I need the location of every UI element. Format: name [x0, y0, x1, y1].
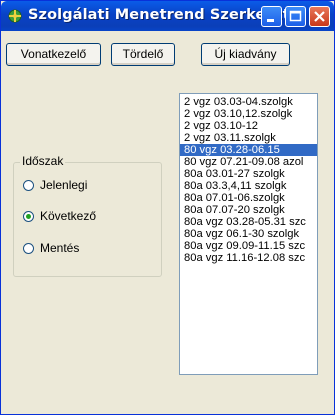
list-item[interactable]: 2 vgz 03.03-04.szolgk	[180, 96, 317, 108]
window-title: Szolgálati Menetrend Szerkesztő	[28, 7, 300, 23]
period-group-label: Időszak	[20, 154, 66, 168]
list-item[interactable]: 80a 07.01-06.szolgk	[180, 192, 317, 204]
list-item[interactable]: 80a vgz 06.1-30 szolgk	[180, 228, 317, 240]
maximize-button[interactable]	[285, 6, 306, 27]
list-item[interactable]: 80 vgz 07.21-09.08 azol	[180, 156, 317, 168]
list-item[interactable]: 80a 03.3,4,11 szolgk	[180, 180, 317, 192]
list-item[interactable]: 80a vgz 03.28-05.31 szc	[180, 216, 317, 228]
radio-kovetkezo[interactable]: Következő	[23, 209, 153, 225]
radio-mentes[interactable]: Mentés	[23, 241, 153, 257]
radio-button-icon[interactable]	[23, 243, 34, 254]
list-item[interactable]: 80a vgz 09.09-11.15 szc	[180, 240, 317, 252]
close-button[interactable]	[309, 6, 330, 27]
minimize-icon	[267, 19, 274, 22]
tordelo-button[interactable]: Tördelő	[111, 43, 175, 66]
radio-label: Mentés	[40, 241, 80, 255]
list-item[interactable]: 80a 03.01-27 szolgk	[180, 168, 317, 180]
list-item[interactable]: 80a vgz 11.16-12.08 szc	[180, 252, 317, 264]
radio-label: Következő	[40, 209, 97, 223]
radio-button-checked-icon[interactable]	[23, 211, 34, 222]
main-window: Szolgálati Menetrend Szerkesztő Vonatkez…	[0, 0, 335, 415]
list-item[interactable]: 2 vgz 03.10-12	[180, 120, 317, 132]
title-bar[interactable]: Szolgálati Menetrend Szerkesztő	[1, 1, 334, 31]
radio-jelenlegi[interactable]: Jelenlegi	[23, 178, 153, 194]
list-item[interactable]: 80 vgz 03.28-06.15	[180, 144, 317, 156]
maximize-icon	[289, 10, 302, 22]
list-item[interactable]: 80a 07.07-20 szolgk	[180, 204, 317, 216]
radio-label: Jelenlegi	[40, 178, 88, 192]
minimize-button[interactable]	[261, 6, 282, 27]
list-item[interactable]: 2 vgz 03.11.szolgk	[180, 132, 317, 144]
radio-button-icon[interactable]	[23, 180, 34, 191]
uj-kiadvany-button[interactable]: Új kiadvány	[201, 43, 290, 66]
schedule-listbox[interactable]: 2 vgz 03.03-04.szolgk 2 vgz 03.10,12.szol…	[179, 93, 318, 375]
app-icon	[7, 8, 23, 24]
list-item[interactable]: 2 vgz 03.10,12.szolgk	[180, 108, 317, 120]
schedule-list: 2 vgz 03.03-04.szolgk 2 vgz 03.10,12.szol…	[180, 94, 317, 264]
close-icon	[314, 11, 325, 22]
vonatkezelo-button[interactable]: Vonatkezelő	[6, 43, 101, 66]
